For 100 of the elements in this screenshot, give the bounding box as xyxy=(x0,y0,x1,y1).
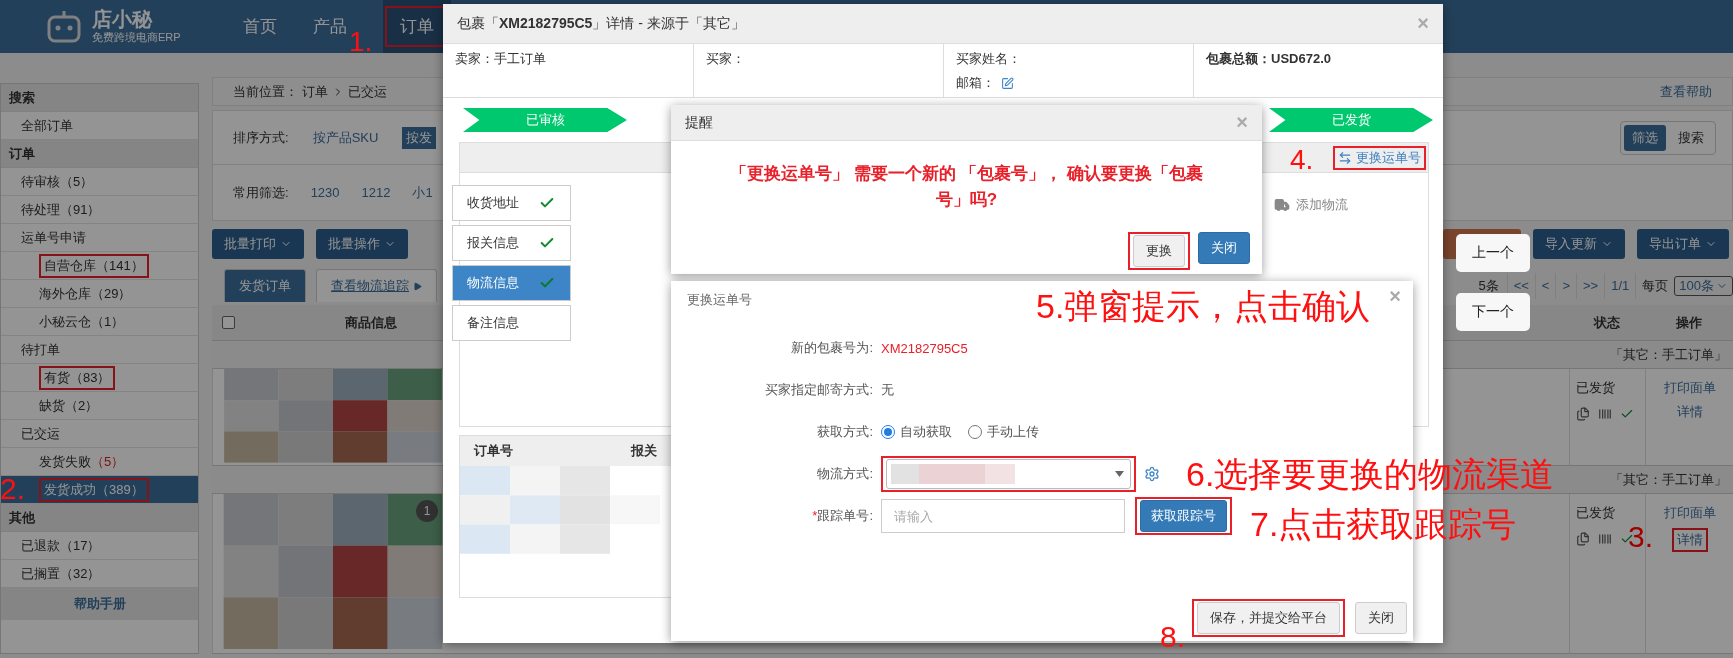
step-annotation: 5.弹窗提示，点击确认 xyxy=(1036,289,1371,323)
sort-option[interactable]: 按发 xyxy=(402,126,437,149)
action-link[interactable]: 详情 xyxy=(1676,531,1703,549)
settings-icon[interactable] xyxy=(1144,466,1160,482)
truck-icon xyxy=(1274,197,1290,213)
help-link[interactable]: 查看帮助 xyxy=(1660,82,1712,101)
sidebar-heading: 搜索 xyxy=(1,84,198,112)
pagination-link[interactable]: < xyxy=(1534,272,1556,299)
side-tab-label: 备注信息 xyxy=(467,314,519,332)
sidebar-count: （1） xyxy=(91,312,125,331)
sidebar-item[interactable]: 有货（83） xyxy=(1,364,198,392)
action-link[interactable]: 打印面单 xyxy=(1663,379,1716,397)
radio-option[interactable]: 自动获取 xyxy=(881,423,952,441)
documents-icon[interactable] xyxy=(1576,407,1590,421)
total-count: 5条 xyxy=(1478,276,1500,295)
nav-tab[interactable]: 产品 xyxy=(313,0,347,53)
check-icon[interactable] xyxy=(1620,407,1634,421)
progress-step: 已审核 xyxy=(463,108,627,132)
dialog-button[interactable]: 更换 xyxy=(1133,235,1185,267)
sidebar-heading: 订单 xyxy=(1,140,198,168)
pagination-link[interactable]: > xyxy=(1555,272,1577,299)
buyer-name-text: 买家姓名： xyxy=(956,50,1022,68)
tracking-number-field[interactable]: 请输入 xyxy=(881,499,1125,533)
sidebar-label: 已退款 xyxy=(21,536,60,555)
step-annotation: 4. xyxy=(1290,146,1314,174)
sidebar-label: 自营仓库 xyxy=(44,256,96,275)
action-link[interactable]: 详情 xyxy=(1676,403,1703,421)
step-annotation: 3. xyxy=(1628,522,1654,552)
pager-button[interactable]: 上一个 xyxy=(1456,234,1530,272)
logo-tagline: 免费跨境电商ERP xyxy=(92,30,181,45)
sidebar-label: 待审核 xyxy=(21,172,60,191)
seller-text: 卖家：手工订单 xyxy=(455,50,547,68)
add-logistics-link[interactable]: 添加物流 xyxy=(1274,195,1348,215)
filter-option[interactable]: 1212 xyxy=(361,185,391,200)
radio-button[interactable] xyxy=(968,425,982,439)
fetch-tracking-button[interactable]: 获取跟踪号 xyxy=(1140,500,1227,532)
tab[interactable]: 发货订单 xyxy=(224,269,306,302)
sidebar-count: （29） xyxy=(91,284,132,303)
sidebar-label: 已交运 xyxy=(21,424,60,443)
barcode-icon[interactable] xyxy=(1598,532,1612,546)
close-icon[interactable]: × xyxy=(1389,285,1401,308)
dialog-button[interactable]: 关闭 xyxy=(1198,232,1250,264)
pagination-link[interactable]: >> xyxy=(1576,272,1605,299)
sidebar-count: （83） xyxy=(70,368,111,387)
sidebar-label: 发货失败 xyxy=(39,452,91,471)
dialog-button[interactable]: 关闭 xyxy=(1355,602,1407,634)
side-tab[interactable]: 物流信息 xyxy=(452,265,571,301)
side-tab[interactable]: 收货地址 xyxy=(452,185,571,221)
help-manual-link[interactable]: 帮助手册 xyxy=(1,588,198,620)
per-page-label: 每页 xyxy=(1635,272,1675,299)
dropdown-button[interactable]: 导出订单 xyxy=(1637,229,1729,259)
edit-icon[interactable] xyxy=(1001,76,1014,90)
field-label: 买家指定邮寄方式: xyxy=(764,381,873,399)
sidebar-label: 待打单 xyxy=(21,340,60,359)
dropdown-button[interactable]: 批量操作 xyxy=(316,229,408,259)
field-label: 新的包裹号为: xyxy=(790,339,873,357)
order-source: 「其它：手工订单」 xyxy=(1610,345,1727,364)
dialog-title: 包裹「XM2182795C5」详情 - 来源于「其它」 xyxy=(457,14,745,33)
field-label: *跟踪单号: xyxy=(811,507,873,525)
action-link[interactable]: 打印面单 xyxy=(1663,504,1716,522)
side-tab[interactable]: 备注信息 xyxy=(452,305,571,341)
sidebar-count: （5） xyxy=(60,172,94,191)
sidebar-label: 已搁置 xyxy=(21,564,60,583)
barcode-icon[interactable] xyxy=(1598,407,1612,421)
radio-button[interactable] xyxy=(881,425,895,439)
filter-option[interactable]: 1230 xyxy=(310,185,340,200)
change-tracking-link[interactable]: 更换运单号 xyxy=(1338,148,1421,167)
pagination-link[interactable]: 1/1 xyxy=(1604,272,1636,299)
per-page-select[interactable]: 100条 xyxy=(1674,275,1733,296)
sidebar-count: （389） xyxy=(96,480,144,499)
breadcrumb-item: 订单 xyxy=(302,82,328,101)
toggle-button[interactable]: 搜索 xyxy=(1670,124,1712,151)
documents-icon[interactable] xyxy=(1576,532,1590,546)
sidebar-item[interactable]: 自营仓库（141） xyxy=(1,252,198,280)
sidebar-label: 待处理 xyxy=(21,200,60,219)
radio-option[interactable]: 手动上传 xyxy=(968,423,1039,441)
dropdown-button[interactable]: 批量打印 xyxy=(212,229,304,259)
dialog-title: 提醒 xyxy=(685,113,713,132)
progress-step: 已发货 xyxy=(1269,108,1433,132)
sidebar-label: 有货 xyxy=(44,368,70,387)
nav-tab[interactable]: 首页 xyxy=(243,0,277,53)
toggle-button[interactable]: 筛选 xyxy=(1624,124,1666,151)
dialog-button[interactable]: 保存，并提交给平台 xyxy=(1197,602,1340,634)
sidebar-count: （5） xyxy=(91,452,125,471)
sidebar-label: 小秘云仓 xyxy=(39,312,91,331)
column-header: 状态 xyxy=(1569,305,1645,341)
sidebar-label: 缺货 xyxy=(39,396,65,415)
pager-button[interactable]: 下一个 xyxy=(1456,293,1530,331)
sidebar-count: （2） xyxy=(65,396,99,415)
tab[interactable]: 查看物流追踪 xyxy=(316,269,437,302)
dropdown-button[interactable]: 导入更新 xyxy=(1533,229,1625,259)
caret-icon xyxy=(1115,471,1124,477)
sort-option[interactable]: 按产品SKU xyxy=(308,126,383,149)
confirm-message: 「更换运单号」 需要一个新的 「包裹号」， 确认要更换「包裹号」吗? xyxy=(728,162,1205,211)
filter-option[interactable]: 小1 xyxy=(412,183,433,202)
select-all-checkbox[interactable] xyxy=(222,316,235,329)
order-source: 「其它：手工订单」 xyxy=(1610,470,1727,489)
breadcrumb-item: 已交运 xyxy=(348,82,387,101)
side-tab[interactable]: 报关信息 xyxy=(452,225,571,261)
side-tab-label: 收货地址 xyxy=(467,194,519,212)
